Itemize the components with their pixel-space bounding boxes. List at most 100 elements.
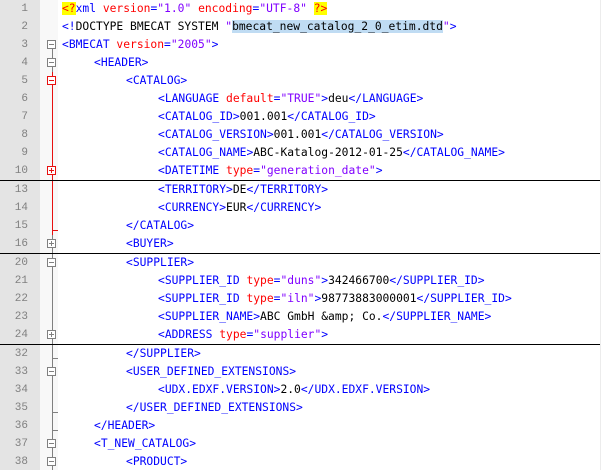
code-line[interactable]: 35 </USER_DEFINED_EXTENSIONS> <box>0 399 601 417</box>
code-line[interactable]: 5 <CATALOG> <box>0 72 601 90</box>
fold-expand-icon[interactable] <box>47 326 58 344</box>
token-tx: 001.001 <box>239 110 288 123</box>
token-bk: </ <box>389 274 403 287</box>
code-line[interactable]: 3 <BMECAT version="2005"> <box>0 36 601 54</box>
code-line[interactable]: 22 <SUPPLIER_ID type="iln">98773883000001… <box>0 290 601 308</box>
code-text[interactable]: <HEADER> <box>94 54 148 72</box>
token-bk: < <box>126 256 133 269</box>
code-line[interactable]: 7 <CATALOG_ID>001.001</CATALOG_ID> <box>0 108 601 126</box>
code-text[interactable]: </HEADER> <box>94 417 155 435</box>
token-at: type <box>219 328 247 341</box>
fold-collapse-icon[interactable] <box>47 363 58 381</box>
code-text[interactable]: <TERRITORY>DE</TERRITORY> <box>158 181 328 199</box>
token-bk: < <box>158 128 165 141</box>
token-bk <box>307 2 314 15</box>
token-bk: > <box>141 56 149 69</box>
code-text[interactable]: <DATETIME type="generation_date"> <box>158 162 383 180</box>
code-line[interactable]: 20 <SUPPLIER> <box>0 254 601 272</box>
fold-collapse-active-icon[interactable] <box>47 72 58 90</box>
code-line[interactable]: 8 <CATALOG_VERSION>001.001</CATALOG_VERSI… <box>0 126 601 144</box>
token-bk: </ <box>246 183 261 196</box>
fold-end-marker <box>47 417 58 435</box>
fold-guide <box>47 144 58 162</box>
token-bk: > <box>416 92 424 105</box>
code-text[interactable]: <!DOCTYPE BMECAT SYSTEM "bmecat_new_cata… <box>62 18 457 36</box>
fold-collapse-icon[interactable] <box>47 453 58 470</box>
code-line[interactable]: 4 <HEADER> <box>0 54 601 72</box>
fold-collapse-icon[interactable] <box>47 435 58 453</box>
fold-collapse-icon[interactable] <box>47 254 58 272</box>
code-text[interactable]: <ADDRESS type="supplier"> <box>158 326 328 344</box>
code-text[interactable]: <CATALOG_NAME>ABC-Katalog-2012-01-25</CA… <box>158 144 505 162</box>
token-bk: </ <box>246 201 261 214</box>
token-bk: </ <box>416 292 431 305</box>
code-text[interactable]: <T_NEW_CATALOG> <box>94 435 196 453</box>
code-text[interactable]: <CATALOG_ID>001.001</CATALOG_ID> <box>158 108 376 126</box>
token-bk: > <box>211 38 219 51</box>
code-text[interactable]: <BUYER> <box>126 235 174 253</box>
code-text[interactable]: </SUPPLIER> <box>126 345 201 363</box>
fold-collapse-icon[interactable] <box>47 36 58 54</box>
code-text[interactable]: <?xml version="1.0" encoding="UTF-8" ?> <box>62 0 328 18</box>
code-line[interactable]: 16 <BUYER> <box>0 235 601 254</box>
code-line[interactable]: 32 </SUPPLIER> <box>0 345 601 363</box>
code-text[interactable]: <CURRENCY>EUR</CURRENCY> <box>158 199 321 217</box>
code-line[interactable]: 37 <T_NEW_CATALOG> <box>0 435 601 453</box>
token-tg: USER_DEFINED_EXTENSIONS <box>132 365 290 378</box>
code-line[interactable]: 33 <USER_DEFINED_EXTENSIONS> <box>0 363 601 381</box>
code-text[interactable]: <LANGUAGE default="TRUE">deu</LANGUAGE> <box>158 90 423 108</box>
code-line[interactable]: 14 <CURRENCY>EUR</CURRENCY> <box>0 199 601 217</box>
code-line[interactable]: 2 <!DOCTYPE BMECAT SYSTEM "bmecat_new_cat… <box>0 18 601 36</box>
token-tg: SUPPLIER_NAME <box>164 310 254 323</box>
code-line[interactable]: 13 <TERRITORY>DE</TERRITORY> <box>0 181 601 199</box>
code-line[interactable]: 21 <SUPPLIER_ID type="duns">342466700</SU… <box>0 272 601 290</box>
token-at: encoding <box>198 2 253 15</box>
token-tg: SUPPLIER <box>132 256 188 269</box>
fold-expand-active-icon[interactable] <box>47 162 58 180</box>
code-text[interactable]: <SUPPLIER_ID type="duns">342466700</SUPP… <box>158 272 485 290</box>
token-bk: > <box>504 292 512 305</box>
code-line[interactable]: 1 <?xml version="1.0" encoding="UTF-8" ?> <box>0 0 601 18</box>
token-bk: > <box>423 383 431 396</box>
token-tg: PRODUCT <box>132 455 181 468</box>
line-number: 20 <box>14 257 28 269</box>
code-line[interactable]: 34 <UDX.EDXF.VERSION>2.0</UDX.EDXF.VERSIO… <box>0 381 601 399</box>
code-line[interactable]: 38 <PRODUCT> <box>0 453 601 470</box>
code-text[interactable]: <BMECAT version="2005"> <box>62 36 218 54</box>
line-number: 36 <box>14 420 28 432</box>
code-line[interactable]: 23 <SUPPLIER_NAME>ABC GmbH &amp; Co.</SUP… <box>0 308 601 326</box>
token-tg: TERRITORY <box>260 183 322 196</box>
code-text[interactable]: <UDX.EDXF.VERSION>2.0</UDX.EDXF.VERSION> <box>158 381 430 399</box>
code-text[interactable]: </USER_DEFINED_EXTENSIONS> <box>126 399 303 417</box>
line-number: 8 <box>21 129 28 141</box>
token-bk: > <box>180 74 188 87</box>
token-tg: SUPPLIER_ID <box>164 292 247 305</box>
code-line[interactable]: 36 </HEADER> <box>0 417 601 435</box>
code-line[interactable]: 9 <CATALOG_NAME>ABC-Katalog-2012-01-25</C… <box>0 144 601 162</box>
fold-end-marker <box>47 345 58 363</box>
code-text[interactable]: <CATALOG> <box>126 72 187 90</box>
line-number: 22 <box>14 293 28 305</box>
code-text[interactable]: <PRODUCT> <box>126 453 187 470</box>
token-tg: DATETIME <box>164 164 227 177</box>
line-number: 2 <box>21 21 28 33</box>
token-bk: > <box>477 274 485 287</box>
code-text[interactable]: <CATALOG_VERSION>001.001</CATALOG_VERSIO… <box>158 126 444 144</box>
code-text[interactable]: <SUPPLIER> <box>126 254 194 272</box>
code-line[interactable]: 24 <ADDRESS type="supplier"> <box>0 326 601 345</box>
line-number: 7 <box>21 111 28 123</box>
code-text[interactable]: <USER_DEFINED_EXTENSIONS> <box>126 363 296 381</box>
code-line[interactable]: 10 <DATETIME type="generation_date"> <box>0 162 601 181</box>
code-line[interactable]: 15 </CATALOG> <box>0 217 601 235</box>
fold-collapse-icon[interactable] <box>47 54 58 72</box>
code-text[interactable]: <SUPPLIER_ID type="iln">98773883000001</… <box>158 290 512 308</box>
fold-expand-icon[interactable] <box>47 235 58 253</box>
line-number: 10 <box>14 165 28 177</box>
code-text[interactable]: <SUPPLIER_NAME>ABC GmbH &amp; Co.</SUPPL… <box>158 308 491 326</box>
code-text[interactable]: </CATALOG> <box>126 217 194 235</box>
code-line[interactable]: 6 <LANGUAGE default="TRUE">deu</LANGUAGE> <box>0 90 601 108</box>
token-tg: CATALOG <box>139 219 188 232</box>
code-editor[interactable]: 1 <?xml version="1.0" encoding="UTF-8" ?>… <box>0 0 601 470</box>
line-number: 3 <box>21 39 28 51</box>
fold-guide <box>47 290 58 308</box>
